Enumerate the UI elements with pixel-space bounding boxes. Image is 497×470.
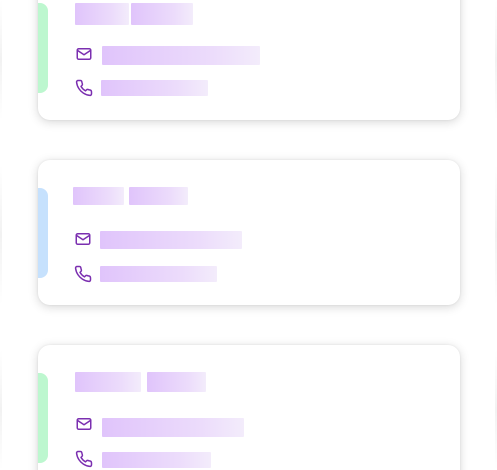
mail-icon[interactable] (75, 45, 93, 63)
phone-icon[interactable] (74, 265, 92, 283)
first-name-placeholder (75, 372, 141, 392)
contact-card[interactable] (38, 160, 460, 305)
email-placeholder (100, 231, 242, 249)
contact-card[interactable] (38, 0, 460, 120)
contact-list (0, 0, 497, 470)
phone-placeholder (102, 452, 211, 468)
last-name-placeholder (131, 3, 193, 25)
phone-placeholder (101, 80, 208, 96)
email-placeholder (102, 418, 244, 437)
card-accent-bar (38, 373, 48, 463)
phone-icon[interactable] (75, 450, 93, 468)
neighbor-card-edge (0, 165, 2, 305)
phone-placeholder (100, 266, 217, 282)
mail-icon[interactable] (75, 415, 93, 433)
last-name-placeholder (129, 187, 188, 205)
last-name-placeholder (147, 372, 206, 392)
neighbor-card-edge (0, 0, 2, 120)
first-name-placeholder (73, 187, 124, 205)
phone-icon[interactable] (75, 79, 93, 97)
card-accent-bar (38, 188, 48, 278)
mail-icon[interactable] (74, 230, 92, 248)
first-name-placeholder (75, 3, 129, 25)
neighbor-card-edge (0, 350, 2, 470)
card-accent-bar (38, 3, 48, 93)
contact-card[interactable] (38, 345, 460, 470)
email-placeholder (102, 46, 260, 65)
